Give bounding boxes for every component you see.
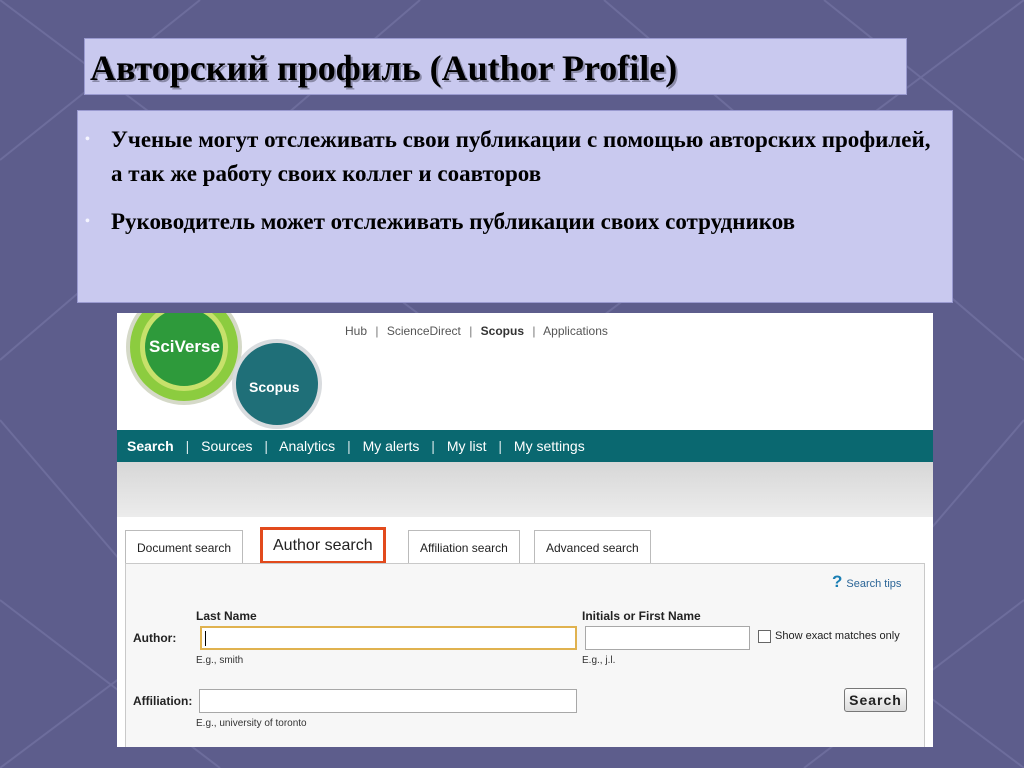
author-label: Author: — [133, 631, 177, 645]
sciverse-logo[interactable] — [126, 313, 242, 405]
nav-search[interactable]: Search — [127, 438, 174, 454]
affiliation-hint: E.g., university of toronto — [196, 718, 307, 729]
slide-title: Авторский профиль (Author Profile) — [90, 48, 678, 88]
separator: | — [185, 438, 190, 454]
separator: | — [431, 438, 435, 454]
slide-bullets-box: • Ученые могут отслеживать свои публикац… — [77, 110, 953, 303]
text-caret — [205, 631, 206, 646]
exact-matches-label: Show exact matches only — [775, 630, 900, 642]
applications-link[interactable]: Applications — [543, 324, 608, 338]
scopus-link[interactable]: Scopus — [481, 324, 524, 338]
bullet-text: Ученые могут отслеживать свои публикации… — [111, 127, 931, 186]
last-name-input[interactable] — [200, 626, 577, 650]
nav-my-list[interactable]: My list — [447, 438, 487, 454]
author-search-panel: ? Search tips Last Name Initials or First… — [125, 563, 925, 747]
scopus-screenshot: SciVerse Scopus Hub | ScienceDirect | Sc… — [117, 313, 933, 747]
tab-document-search[interactable]: Document search — [125, 530, 244, 563]
slide-title-box: Авторский профиль (Author Profile) — [84, 38, 907, 95]
exact-matches-checkbox[interactable] — [758, 630, 771, 643]
sciencedirect-link[interactable]: ScienceDirect — [387, 324, 461, 338]
affiliation-label: Affiliation: — [133, 694, 193, 708]
first-name-label: Initials or First Name — [582, 609, 701, 623]
separator: | — [532, 324, 536, 338]
question-mark-icon: ? — [832, 572, 843, 591]
scopus-logo-text: Scopus — [249, 379, 300, 395]
nav-analytics[interactable]: Analytics — [279, 438, 335, 454]
bullet-marker: • — [85, 132, 90, 147]
last-name-hint: E.g., smith — [196, 655, 244, 666]
nav-my-settings[interactable]: My settings — [514, 438, 585, 454]
search-button[interactable]: Search — [844, 688, 907, 712]
bullet-text: Руководитель может отслеживать публикаци… — [111, 209, 796, 234]
hub-links: Hub | ScienceDirect | Scopus | Applicati… — [345, 324, 608, 338]
separator: | — [469, 324, 473, 338]
first-name-hint: E.g., j.l. — [582, 655, 616, 666]
separator: | — [498, 438, 503, 454]
main-nav-bar: Search | Sources | Analytics | My alerts… — [117, 430, 933, 462]
affiliation-input[interactable] — [199, 689, 577, 713]
hub-link[interactable]: Hub — [345, 324, 367, 338]
sciverse-logo-text: SciVerse — [149, 337, 220, 356]
last-name-label: Last Name — [196, 609, 257, 623]
search-tips-link[interactable]: ? Search tips — [832, 572, 901, 592]
search-tips-label: Search tips — [846, 578, 902, 590]
separator: | — [264, 438, 269, 454]
bullet-marker: • — [85, 214, 90, 229]
separator: | — [347, 438, 351, 454]
header-band — [117, 462, 933, 517]
separator: | — [375, 324, 379, 338]
tab-author-search[interactable]: Author search — [260, 527, 386, 564]
tab-affiliation-search[interactable]: Affiliation search — [408, 530, 520, 563]
nav-my-alerts[interactable]: My alerts — [363, 438, 420, 454]
nav-sources[interactable]: Sources — [201, 438, 252, 454]
tab-advanced-search[interactable]: Advanced search — [534, 530, 651, 563]
first-name-input[interactable] — [585, 626, 750, 650]
